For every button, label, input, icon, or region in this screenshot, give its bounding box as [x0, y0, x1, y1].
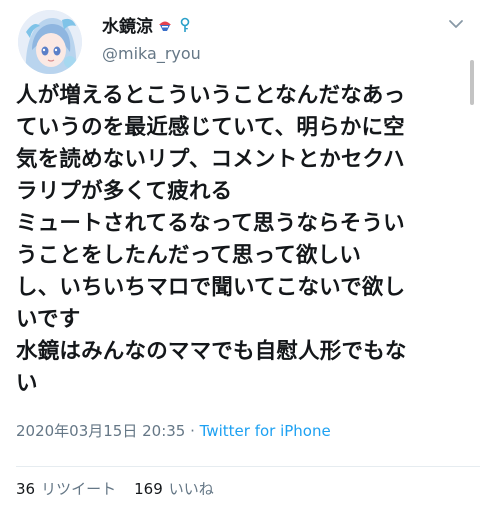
tweet-line: 水鏡はみんなのママでも自慰人形でもな	[16, 339, 407, 364]
tweet-line: い	[16, 371, 38, 396]
likes-stat[interactable]: 169 いいね	[134, 478, 214, 499]
timestamp[interactable]: 2020年03月15日 20:35	[16, 422, 185, 440]
tweet-line: し、いちいちマロで聞いてこないで欲し	[16, 275, 406, 300]
name-row[interactable]: 水鏡涼	[102, 12, 193, 37]
meta-separator: ·	[185, 422, 200, 440]
source-link[interactable]: Twitter for iPhone	[200, 422, 331, 440]
tweet-line: うことをしたんだって思って欲しい	[16, 243, 362, 268]
shaved-ice-icon	[157, 17, 173, 33]
retweets-stat[interactable]: 36 リツイート	[16, 478, 116, 499]
avatar[interactable]	[18, 10, 82, 74]
tweet-meta: 2020年03月15日 20:35 · Twitter for iPhone	[16, 420, 331, 441]
tweet-line: ラリプが多くて疲れる	[16, 179, 233, 204]
tweet-line: いです	[16, 307, 81, 332]
tweet-line: 人が増えるとこういうことなんだなあっ	[16, 83, 406, 108]
tweet-line: ミュートされてるなって思うならそうい	[16, 211, 405, 236]
tweet-header: 水鏡涼 @mika_ryou	[0, 0, 480, 105]
avatar-image	[18, 10, 82, 74]
likes-count: 169	[134, 480, 163, 498]
display-name[interactable]: 水鏡涼	[102, 12, 153, 37]
chevron-down-icon[interactable]	[446, 14, 466, 34]
tweet-text: 人が増えるとこういうことなんだなあっ ていうのを最近感じていて、明らかに空 気を…	[16, 80, 466, 400]
retweets-count: 36	[16, 480, 36, 498]
tweet-line: ていうのを最近感じていて、明らかに空	[16, 115, 405, 140]
scrollbar[interactable]	[470, 60, 474, 105]
tweet-stats: 36 リツイート 169 いいね	[16, 478, 214, 499]
likes-label: いいね	[168, 480, 214, 498]
divider	[16, 466, 480, 467]
user-handle[interactable]: @mika_ryou	[102, 44, 201, 63]
retweets-label: リツイート	[41, 480, 117, 498]
tweet-line: 気を読めないリプ、コメントとかセクハ	[16, 147, 405, 172]
key-icon	[177, 17, 193, 33]
